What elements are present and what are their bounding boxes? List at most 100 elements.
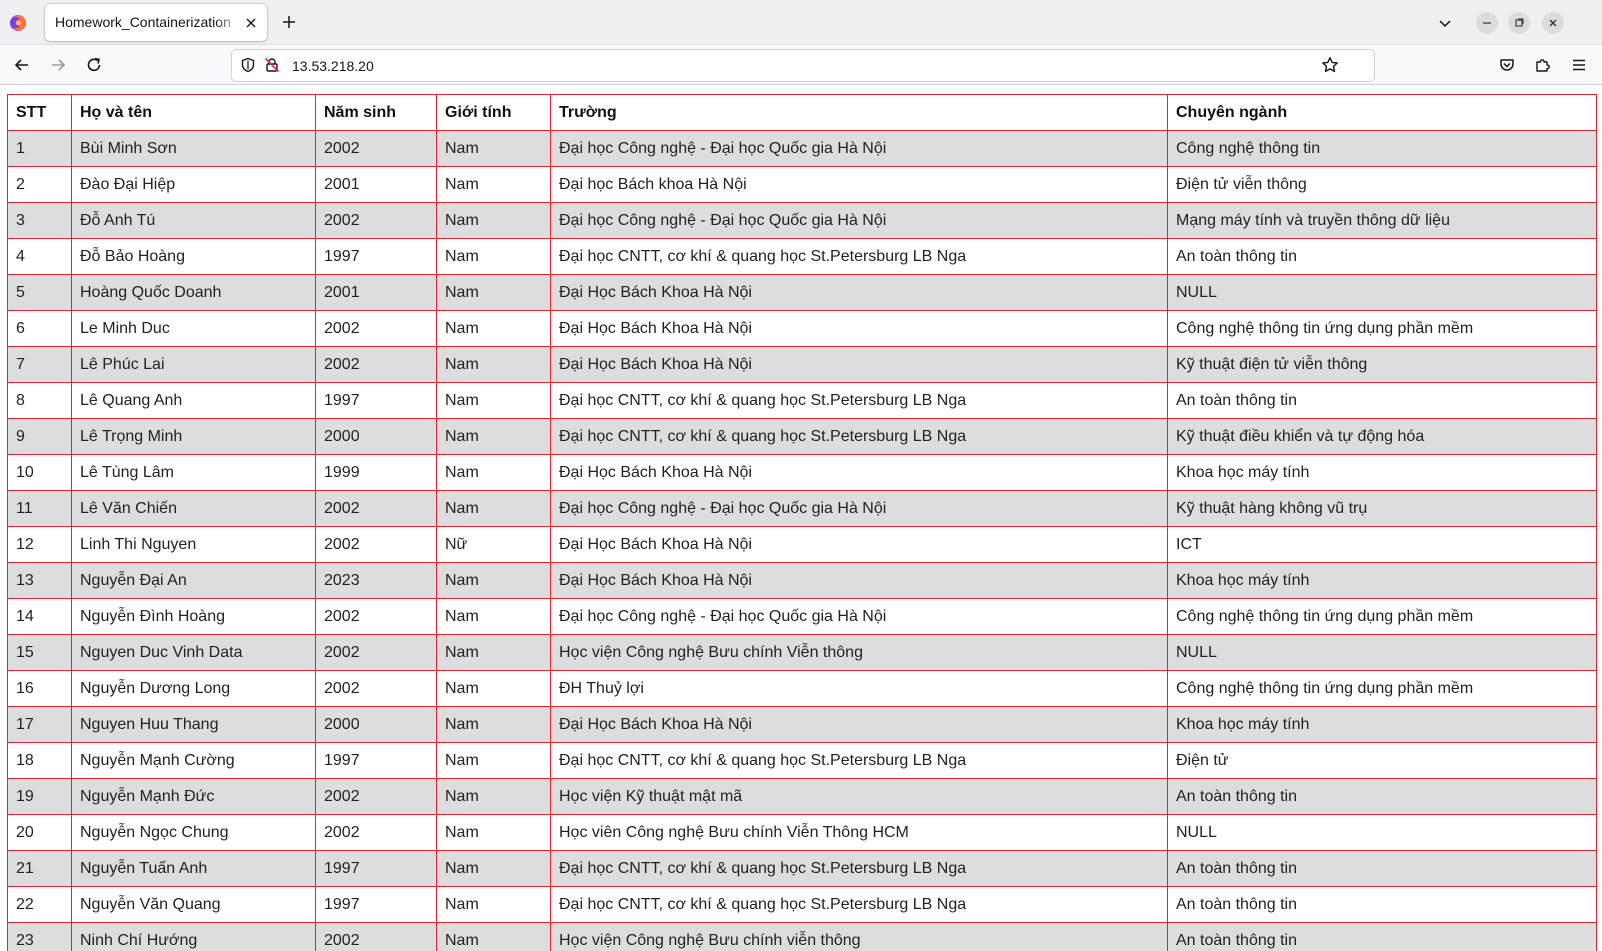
cell-gender: Nam (436, 202, 551, 239)
table-row: 13 Nguyễn Đại An 2023 Nam Đại Học Bách Khoa … (7, 562, 1597, 599)
firefox-logo-icon (10, 15, 26, 31)
chevron-down-icon[interactable] (1437, 15, 1453, 31)
cell-full-name: Nguyễn Dương Long (71, 670, 316, 707)
cell-full-name: Nguyễn Mạnh Cường (71, 742, 316, 779)
table-row: 5 Hoàng Quốc Doanh 2001 Nam Đại Học Bách Kho… (7, 274, 1597, 311)
cell-full-name: Đỗ Bảo Hoàng (71, 238, 316, 275)
cell-full-name: Bùi Minh Sơn (71, 130, 316, 167)
insecure-lock-icon[interactable] (264, 57, 280, 73)
cell-school: Đại học Công nghệ - Đại học Quốc gia Hà … (550, 202, 1168, 239)
table-row: 17 Nguyen Huu Thang 2000 Nam Đại Học Bách Kh… (7, 706, 1597, 743)
cell-gender: Nam (436, 778, 551, 815)
hamburger-menu-icon[interactable] (1570, 56, 1588, 74)
header-major: Chuyên ngành (1167, 94, 1597, 131)
cell-gender: Nam (436, 886, 551, 923)
cell-birth-year: 2002 (315, 130, 437, 167)
cell-major: An toàn thông tin (1167, 382, 1597, 419)
cell-full-name: Đỗ Anh Tú (71, 202, 316, 239)
address-bar[interactable]: 13.53.218.20 (231, 49, 1375, 82)
reload-icon[interactable] (85, 56, 103, 74)
table-row: 20 Nguyễn Ngọc Chung 2002 Nam Học viên Công … (7, 814, 1597, 851)
cell-gender: Nam (436, 850, 551, 887)
cell-birth-year: 2023 (315, 562, 437, 599)
cell-birth-year: 1997 (315, 742, 437, 779)
cell-birth-year: 2000 (315, 706, 437, 743)
close-window-button[interactable] (1542, 12, 1564, 34)
header-birth-year: Năm sinh (315, 94, 437, 131)
header-stt: STT (7, 94, 72, 131)
cell-stt: 10 (7, 454, 72, 491)
cell-stt: 15 (7, 634, 72, 671)
cell-major: Điện tử (1167, 742, 1597, 779)
cell-gender: Nam (436, 346, 551, 383)
active-tab[interactable]: Homework_Containerization (45, 4, 267, 41)
cell-school: Đại học CNTT, cơ khí & quang học St.Pete… (550, 886, 1168, 923)
cell-birth-year: 2002 (315, 598, 437, 635)
forward-arrow-icon[interactable] (49, 56, 67, 74)
table-row: 14 Nguyễn Đình Hoàng 2002 Nam Đại học Công n… (7, 598, 1597, 635)
cell-stt: 2 (7, 166, 72, 203)
table-row: 16 Nguyễn Dương Long 2002 Nam ĐH Thuỷ lợi Côn… (7, 670, 1597, 707)
cell-birth-year: 2002 (315, 634, 437, 671)
cell-stt: 19 (7, 778, 72, 815)
cell-major: Công nghệ thông tin ứng dụng phần mềm (1167, 310, 1597, 347)
table-row: 19 Nguyễn Mạnh Đức 2002 Nam Học viện Kỹ thuậ… (7, 778, 1597, 815)
cell-gender: Nam (436, 418, 551, 455)
table-body: 1 Bùi Minh Sơn 2002 Nam Đại học Công nghệ - … (7, 130, 1597, 951)
table-row: 7 Lê Phúc Lai 2002 Nam Đại Học Bách Khoa Hà … (7, 346, 1597, 383)
table-row: 8 Lê Quang Anh 1997 Nam Đại học CNTT, cơ khí… (7, 382, 1597, 419)
cell-full-name: Đào Đại Hiệp (71, 166, 316, 203)
close-icon[interactable] (244, 16, 258, 30)
cell-school: Học viện Công nghệ Bưu chính viễn thông (550, 922, 1168, 951)
cell-gender: Nam (436, 130, 551, 167)
new-tab-plus-icon[interactable] (281, 14, 297, 30)
cell-gender: Nam (436, 814, 551, 851)
back-arrow-icon[interactable] (13, 56, 31, 74)
pocket-icon[interactable] (1498, 56, 1516, 74)
table-row: 3 Đỗ Anh Tú 2002 Nam Đại học Công nghệ - Đại… (7, 202, 1597, 239)
minimize-icon (1483, 22, 1491, 24)
cell-stt: 14 (7, 598, 72, 635)
cell-gender: Nam (436, 922, 551, 951)
cell-birth-year: 2002 (315, 310, 437, 347)
cell-school: Đại học CNTT, cơ khí & quang học St.Pete… (550, 418, 1168, 455)
cell-gender: Nam (436, 382, 551, 419)
restore-icon (1515, 18, 1524, 27)
cell-gender: Nam (436, 490, 551, 527)
cell-birth-year: 2002 (315, 346, 437, 383)
cell-school: Đại học CNTT, cơ khí & quang học St.Pete… (550, 850, 1168, 887)
cell-major: Công nghệ thông tin ứng dụng phần mềm (1167, 598, 1597, 635)
table-row: 2 Đào Đại Hiệp 2001 Nam Đại học Bách khoa Hà… (7, 166, 1597, 203)
table-row: 21 Nguyễn Tuấn Anh 1997 Nam Đại học CNTT, cơ… (7, 850, 1597, 887)
tab-title: Homework_Containerization (55, 14, 243, 30)
cell-full-name: Nguyễn Tuấn Anh (71, 850, 316, 887)
cell-school: Đại học Bách khoa Hà Nội (550, 166, 1168, 203)
cell-stt: 16 (7, 670, 72, 707)
cell-major: Khoa học máy tính (1167, 562, 1597, 599)
cell-full-name: Le Minh Duc (71, 310, 316, 347)
header-school: Trường (550, 94, 1168, 131)
table-row: 23 Ninh Chí Hướng 2002 Nam Học viện Công ngh… (7, 922, 1597, 951)
cell-birth-year: 1997 (315, 886, 437, 923)
cell-stt: 1 (7, 130, 72, 167)
extensions-puzzle-icon[interactable] (1534, 56, 1552, 74)
cell-major: ICT (1167, 526, 1597, 563)
cell-major: NULL (1167, 634, 1597, 671)
table-row: 4 Đỗ Bảo Hoàng 1997 Nam Đại học CNTT, cơ khí… (7, 238, 1597, 275)
minimize-button[interactable] (1476, 12, 1498, 34)
cell-gender: Nam (436, 598, 551, 635)
cell-stt: 18 (7, 742, 72, 779)
cell-gender: Nam (436, 274, 551, 311)
cell-full-name: Nguyen Huu Thang (71, 706, 316, 743)
cell-full-name: Hoàng Quốc Doanh (71, 274, 316, 311)
table-row: 22 Nguyễn Văn Quang 1997 Nam Đại học CNTT, c… (7, 886, 1597, 923)
cell-stt: 4 (7, 238, 72, 275)
cell-full-name: Nguyễn Đại An (71, 562, 316, 599)
cell-birth-year: 1999 (315, 454, 437, 491)
bookmark-star-icon[interactable] (1321, 56, 1339, 74)
cell-stt: 17 (7, 706, 72, 743)
cell-stt: 5 (7, 274, 72, 311)
cell-major: Khoa học máy tính (1167, 706, 1597, 743)
tracking-protection-shield-icon[interactable] (240, 57, 256, 73)
restore-button[interactable] (1508, 12, 1530, 34)
